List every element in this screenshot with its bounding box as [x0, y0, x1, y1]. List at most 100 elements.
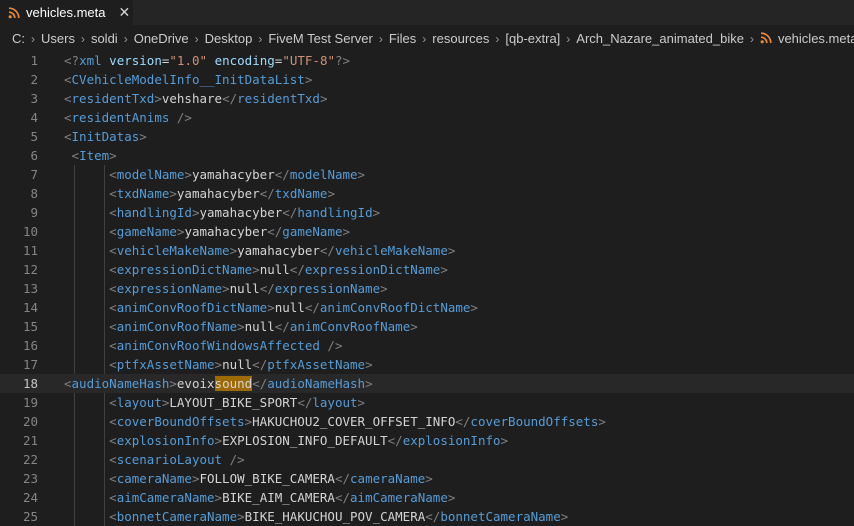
- code-line[interactable]: 13 <expressionName>null</expressionName>: [0, 279, 854, 298]
- code-token: audioNameHash: [71, 376, 170, 391]
- code-token: yamahacyber: [237, 243, 320, 258]
- code-token: <: [109, 509, 117, 524]
- code-line[interactable]: 6 <Item>: [0, 146, 854, 165]
- code-token: EXPLOSION_INFO_DEFAULT: [222, 433, 388, 448]
- breadcrumb-item[interactable]: C:: [12, 31, 25, 46]
- code-token: animConvRoofName: [116, 319, 238, 334]
- code-line[interactable]: 7 <modelName>yamahacyber</modelName>: [0, 165, 854, 184]
- code-line[interactable]: 9 <handlingId>yamahacyber</handlingId>: [0, 203, 854, 222]
- code-line[interactable]: 4 <residentAnims />: [0, 108, 854, 127]
- code-token: </: [259, 281, 275, 296]
- code-line[interactable]: 22 <scenarioLayout />: [0, 450, 854, 469]
- line-number: 20: [22, 414, 38, 429]
- search-match-highlight: sound: [214, 376, 253, 391]
- breadcrumb-item[interactable]: Arch_Nazare_animated_bike: [576, 31, 744, 46]
- code-token: >: [440, 262, 448, 277]
- code-token: aimCameraName: [350, 490, 448, 505]
- code-line[interactable]: 23 <cameraName>FOLLOW_BIKE_CAMERA</camer…: [0, 469, 854, 488]
- code-token: vehicleMakeName: [334, 243, 448, 258]
- code-token: vehshare: [161, 91, 223, 106]
- code-token: >: [380, 281, 388, 296]
- code-token: BIKE_HAKUCHOU_POV_CAMERA: [244, 509, 426, 524]
- code-token: animConvRoofWindowsAffected: [116, 338, 320, 353]
- code-token: >: [252, 262, 260, 277]
- code-line[interactable]: 19 <layout>LAYOUT_BIKE_SPORT</layout>: [0, 393, 854, 412]
- code-token: cameraName: [350, 471, 426, 486]
- code-token: </: [387, 433, 403, 448]
- code-line[interactable]: 14 <animConvRoofDictName>null</animConvR…: [0, 298, 854, 317]
- code-line[interactable]: 11 <vehicleMakeName>yamahacyber</vehicle…: [0, 241, 854, 260]
- breadcrumb-item[interactable]: Files: [389, 31, 416, 46]
- code-token: <: [71, 148, 80, 163]
- code-token: residentTxd: [71, 91, 155, 106]
- tab-vehicles-meta[interactable]: vehicles.meta ✕: [0, 0, 133, 25]
- breadcrumb-separator: ›: [123, 31, 128, 46]
- code-line[interactable]: 5 <InitDatas>: [0, 127, 854, 146]
- code-line[interactable]: 25 <bonnetCameraName>BIKE_HAKUCHOU_POV_C…: [0, 507, 854, 526]
- code-line[interactable]: 21 <explosionInfo>EXPLOSION_INFO_DEFAULT…: [0, 431, 854, 450]
- code-token: residentTxd: [237, 91, 320, 106]
- close-icon[interactable]: ✕: [118, 6, 130, 20]
- code-token: txdName: [116, 186, 170, 201]
- code-line[interactable]: 8 <txdName>yamahacyber</txdName>: [0, 184, 854, 203]
- code-line[interactable]: 20 <coverBoundOffsets>HAKUCHOU2_COVER_OF…: [0, 412, 854, 431]
- code-token: expressionName: [116, 281, 223, 296]
- breadcrumb-item[interactable]: soldi: [91, 31, 118, 46]
- code-text: <animConvRoofName>null</animConvRoofName…: [64, 317, 418, 336]
- code-editor[interactable]: 1 <?xml version="1.0" encoding="UTF-8"?> 2…: [0, 51, 854, 526]
- rss-icon: [8, 7, 20, 19]
- code-token: gameName: [282, 224, 343, 239]
- code-token: LAYOUT_BIKE_SPORT: [169, 395, 298, 410]
- code-token: <: [109, 224, 117, 239]
- code-line[interactable]: 3 <residentTxd>vehshare</residentTxd>: [0, 89, 854, 108]
- tab-title: vehicles.meta: [26, 5, 106, 20]
- code-line[interactable]: 2 <CVehicleModelInfo__InitDataList>: [0, 70, 854, 89]
- code-token: HAKUCHOU2_COVER_OFFSET_INFO: [252, 414, 456, 429]
- line-number: 1: [30, 53, 38, 68]
- code-token: bonnetCameraName: [440, 509, 561, 524]
- code-text: <scenarioLayout />: [64, 450, 244, 469]
- code-line[interactable]: 15 <animConvRoofName>null</animConvRoofN…: [0, 317, 854, 336]
- breadcrumb-item[interactable]: Users: [41, 31, 75, 46]
- code-line[interactable]: 24 <aimCameraName>BIKE_AIM_CAMERA</aimCa…: [0, 488, 854, 507]
- code-token: >: [425, 471, 433, 486]
- code-token: <: [109, 243, 117, 258]
- code-line[interactable]: 17 <ptfxAssetName>null</ptfxAssetName>: [0, 355, 854, 374]
- code-token: </: [259, 186, 275, 201]
- line-number: 10: [22, 224, 38, 239]
- breadcrumb-file[interactable]: vehicles.meta: [760, 31, 854, 46]
- code-token: >: [154, 91, 162, 106]
- breadcrumb-item[interactable]: resources: [432, 31, 489, 46]
- breadcrumb-item[interactable]: OneDrive: [134, 31, 189, 46]
- code-line[interactable]: 18 <audioNameHash>evoixsound</audioNameHa…: [0, 374, 854, 393]
- code-token: </: [334, 490, 351, 505]
- breadcrumb-item[interactable]: [qb-extra]: [505, 31, 560, 46]
- code-line[interactable]: 1 <?xml version="1.0" encoding="UTF-8"?>: [0, 51, 854, 70]
- code-text: <bonnetCameraName>BIKE_HAKUCHOU_POV_CAME…: [64, 507, 568, 526]
- code-line[interactable]: 12 <expressionDictName>null</expressionD…: [0, 260, 854, 279]
- code-token: aimCameraName: [116, 490, 215, 505]
- code-token: null: [222, 357, 253, 372]
- code-token: </: [222, 91, 238, 106]
- code-line[interactable]: 16 <animConvRoofWindowsAffected />: [0, 336, 854, 355]
- code-token: </: [304, 300, 320, 315]
- code-token: version: [109, 53, 162, 68]
- code-token: <: [64, 129, 72, 144]
- code-text: <animConvRoofWindowsAffected />: [64, 336, 342, 355]
- breadcrumb-item[interactable]: FiveM Test Server: [268, 31, 373, 46]
- code-token: InitDatas: [71, 129, 140, 144]
- code-token: >: [214, 357, 223, 372]
- code-token: <: [109, 471, 117, 486]
- breadcrumb-separator: ›: [495, 31, 500, 46]
- breadcrumb-item[interactable]: Desktop: [205, 31, 253, 46]
- code-line[interactable]: 10 <gameName>yamahacyber</gameName>: [0, 222, 854, 241]
- code-token: audioNameHash: [267, 376, 366, 391]
